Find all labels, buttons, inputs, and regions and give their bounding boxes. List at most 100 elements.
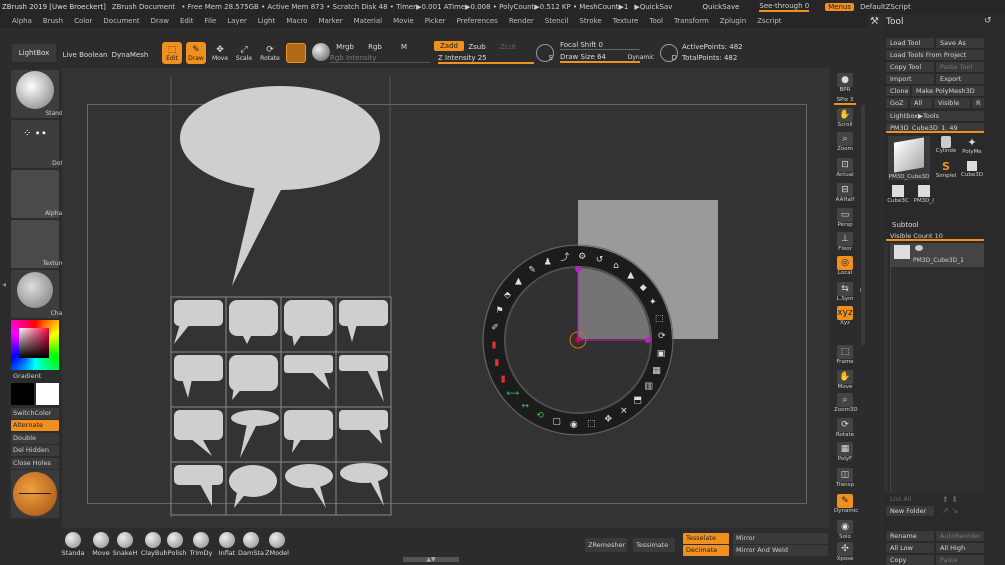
mirror-and-weld-button[interactable]: Mirror And Weld: [733, 545, 828, 556]
menus-button[interactable]: Menus: [825, 3, 855, 11]
gizmo-tool-icon[interactable]: ▢: [552, 417, 561, 427]
brush-snakeh[interactable]: SnakeH: [112, 532, 138, 557]
gizmo-tool-icon[interactable]: ⬘: [504, 290, 511, 300]
shelf-rotate[interactable]: ⟳ Rotate: [834, 418, 856, 440]
shelf-persp[interactable]: ▭ Persp: [834, 208, 856, 230]
brush-standa[interactable]: Standa: [60, 532, 86, 557]
gizmo-tool-icon[interactable]: ▮: [501, 374, 506, 384]
visible-button[interactable]: Visible: [934, 98, 970, 108]
subtool-list[interactable]: PM3D_Cube3D_1: [890, 243, 984, 493]
shelf-solo[interactable]: ◉ Solo: [834, 520, 856, 542]
scale-button[interactable]: ⤢ Scale: [234, 42, 254, 64]
gizmo-tool-icon[interactable]: ▦: [652, 366, 661, 376]
all-button[interactable]: All: [910, 98, 932, 108]
shelf-polyf[interactable]: ▦ PolyF: [834, 442, 856, 464]
load-tools-from-project-button[interactable]: Load Tools From Project: [886, 50, 984, 60]
alpha-slot[interactable]: Alpha Off: [11, 170, 73, 218]
gizmo-tool-icon[interactable]: ✐: [491, 323, 499, 333]
new-folder-button[interactable]: New Folder: [886, 506, 934, 516]
live-boolean-button[interactable]: Live Boolean: [60, 51, 110, 59]
subtool-item[interactable]: PM3D_Cube3D_1: [891, 243, 984, 267]
close-holes-button[interactable]: Close Holes: [11, 458, 59, 469]
move-button[interactable]: ✥ Move: [210, 42, 230, 64]
copy-subtool-button[interactable]: Copy: [886, 555, 934, 565]
gradient-label[interactable]: Gradient: [11, 371, 59, 382]
menu-marker[interactable]: Marker: [318, 17, 342, 25]
gizmo-tool-icon[interactable]: ✦: [649, 298, 657, 308]
gizmo-tool-icon[interactable]: ▣: [657, 349, 666, 359]
menu-layer[interactable]: Layer: [227, 17, 247, 25]
shelf-zoom[interactable]: ⌕ Zoom: [834, 132, 856, 154]
z-intensity-slider[interactable]: Z Intensity 25: [438, 54, 534, 64]
curve-arrow-icons[interactable]: ↗ ↘: [942, 506, 958, 515]
rename-button[interactable]: Rename: [886, 531, 934, 541]
pm3d2-thumbnail[interactable]: PM3D_(: [912, 184, 936, 208]
brush-hpolish[interactable]: hPolish: [162, 532, 188, 557]
secondary-color-swatch[interactable]: [36, 383, 59, 405]
alternate-button[interactable]: Alternate: [11, 420, 59, 431]
rotate-button[interactable]: ⟳ Rotate: [260, 42, 280, 64]
brush-zmodel[interactable]: ZModel: [264, 532, 290, 557]
shelf-xyz[interactable]: xyz Xyz: [834, 306, 856, 328]
current-tool-slider[interactable]: PM3D_Cube3D_1. 49: [886, 123, 984, 133]
cylinder-thumbnail[interactable]: Cylinde: [934, 136, 958, 158]
shelf-bpr[interactable]: ● BPR: [834, 73, 856, 95]
subtool-header[interactable]: Subtool: [892, 221, 919, 229]
gizmo-tool-icon[interactable]: ◉: [570, 420, 578, 430]
menu-preferences[interactable]: Preferences: [457, 17, 498, 25]
color-picker[interactable]: [11, 320, 59, 370]
menu-macro[interactable]: Macro: [286, 17, 307, 25]
menu-file[interactable]: File: [205, 17, 217, 25]
gizmo-tool-icon[interactable]: ▮: [492, 341, 497, 351]
export-button[interactable]: Export: [936, 74, 984, 84]
menu-transform[interactable]: Transform: [674, 17, 709, 25]
shelf-local[interactable]: ◎ Local: [834, 256, 856, 278]
visible-count-slider[interactable]: Visible Count 10: [886, 231, 984, 241]
shelf-zoom3d[interactable]: ⌕ Zoom3D: [834, 393, 858, 415]
menu-zplugin[interactable]: Zplugin: [720, 17, 746, 25]
menu-picker[interactable]: Picker: [425, 17, 446, 25]
simplebrush-thumbnail[interactable]: S SimpleI: [934, 160, 958, 182]
paste-tool-button[interactable]: Paste Tool: [936, 62, 984, 72]
gizmo-tool-icon[interactable]: ▲: [515, 277, 522, 287]
gizmo-tool-icon[interactable]: ⬚: [655, 314, 664, 324]
menu-alpha[interactable]: Alpha: [12, 17, 32, 25]
tesselate-button[interactable]: Tesselate: [683, 533, 729, 544]
gizmo-tool-icon[interactable]: ✕: [620, 406, 628, 416]
lightbox-button[interactable]: LightBox: [12, 44, 56, 62]
gizmo-tool-icon[interactable]: ⬚: [587, 419, 596, 429]
arrow-icons[interactable]: ⬆ ⬇: [942, 495, 958, 504]
default-zscript[interactable]: DefaultZScript: [860, 3, 911, 11]
rgb-intensity-slider[interactable]: Rgb Intensity: [330, 54, 430, 63]
del-hidden-button[interactable]: Del Hidden: [11, 445, 59, 456]
menu-zscript[interactable]: Zscript: [757, 17, 781, 25]
menu-color[interactable]: Color: [74, 17, 92, 25]
material-chalk[interactable]: Chalk: [11, 270, 67, 318]
cube3d-thumbnail[interactable]: Cube3D: [960, 160, 984, 182]
tessimate-button[interactable]: Tessimate: [633, 538, 675, 552]
save-as-button[interactable]: Save As: [936, 38, 984, 48]
shelf-move[interactable]: ✋ Move: [834, 370, 856, 392]
mrgb-button[interactable]: Mrgb: [335, 43, 355, 51]
gizmo-tool-icon[interactable]: ↺: [596, 255, 604, 265]
brush-inflat[interactable]: Inflat: [214, 532, 240, 557]
shelf-frame[interactable]: ⬚ Frame: [834, 345, 856, 367]
shelf-l-sym[interactable]: ⇆ L.Sym: [834, 282, 856, 304]
gizmo-tool-icon[interactable]: ⟲: [536, 411, 544, 421]
menu-edit[interactable]: Edit: [180, 17, 194, 25]
see-through-slider[interactable]: See-through 0: [759, 2, 810, 12]
menu-stroke[interactable]: Stroke: [579, 17, 601, 25]
menu-texture[interactable]: Texture: [613, 17, 639, 25]
brush-move[interactable]: Move: [88, 532, 114, 557]
mirror-button[interactable]: Mirror: [733, 533, 828, 544]
shelf-xpose[interactable]: ✣ Xpose: [834, 542, 856, 564]
all-high-button[interactable]: All High: [936, 543, 984, 553]
edit-button[interactable]: ⬚ Edit: [162, 42, 182, 64]
gizmo-tool-icon[interactable]: ✎: [528, 266, 536, 276]
gizmo-tool-icon[interactable]: ▥: [644, 382, 653, 392]
all-low-button[interactable]: All Low: [886, 543, 934, 553]
brush-standard[interactable]: Standard: [11, 70, 73, 118]
paste-subtool-button[interactable]: Paste: [936, 555, 984, 565]
list-all-button[interactable]: List All: [886, 494, 934, 504]
brush-trimdy[interactable]: TrimDy: [188, 532, 214, 557]
